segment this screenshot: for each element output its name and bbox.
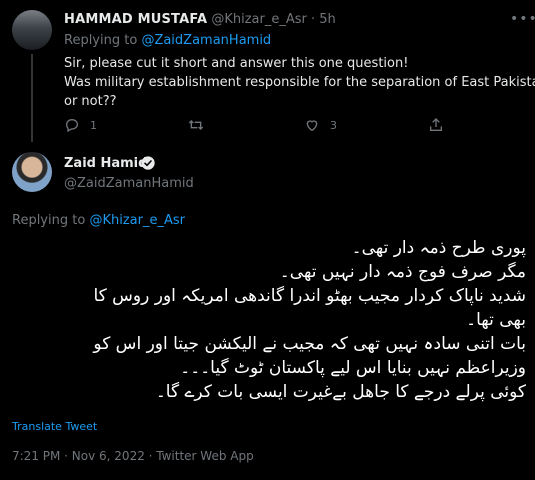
replying-to-label: Replying to <box>12 213 90 228</box>
reply-action-bar: 1 3 <box>64 115 454 135</box>
reply-icon <box>65 118 79 133</box>
reply-button[interactable]: 1 <box>64 115 97 135</box>
tweet-thread: HAMMAD MUSTAFA @Khizar_e_Asr · 5h ••• Re… <box>0 0 535 480</box>
tweet-author-name[interactable]: Zaid Hamid <box>64 156 147 171</box>
tweet-replying-to: Replying to @Khizar_e_Asr <box>12 213 185 228</box>
like-button[interactable]: 3 <box>304 115 337 135</box>
tweet-text-line: پوری طرح ذمہ دار تھی۔ <box>351 238 526 258</box>
share-icon <box>430 118 442 131</box>
thread-line <box>31 54 33 142</box>
reply-text-line: Was military establishment responsible f… <box>64 75 535 90</box>
reply-author-name[interactable]: HAMMAD MUSTAFA <box>64 12 207 27</box>
reply-header: HAMMAD MUSTAFA @Khizar_e_Asr · 5h <box>64 12 336 27</box>
reply-text-line: or not?? <box>64 94 117 109</box>
reply-text-line: Sir, please cut it short and answer this… <box>64 56 409 71</box>
replying-to-link[interactable]: @Khizar_e_Asr <box>89 213 185 228</box>
tweet-text-line: بات اتنی سادہ نہیں تھی کہ مجیب نے الیکشن… <box>93 334 526 354</box>
verified-badge-icon <box>141 156 155 170</box>
tweet-text-line: شدید ناپاک کردار مجیب بھٹو اندرا گاندھی … <box>93 286 526 306</box>
reply-author-handle-time[interactable]: @Khizar_e_Asr · 5h <box>211 12 335 27</box>
tweet-author-handle[interactable]: @ZaidZamanHamid <box>64 176 194 191</box>
avatar[interactable] <box>12 152 52 192</box>
reply-count: 1 <box>90 118 97 132</box>
share-button[interactable] <box>428 115 444 135</box>
like-count: 3 <box>330 118 337 132</box>
replying-to-label: Replying to <box>64 33 142 48</box>
heart-icon <box>306 120 318 132</box>
more-icon[interactable]: ••• <box>510 12 535 26</box>
tweet-timestamp-source[interactable]: 7:21 PM · Nov 6, 2022 · Twitter Web App <box>12 449 254 463</box>
reply-replying-to: Replying to @ZaidZamanHamid <box>64 33 271 48</box>
retweet-icon <box>188 120 204 130</box>
tweet-text: پوری طرح ذمہ دار تھی۔ مگر صرف فوج ذمہ دا… <box>12 236 526 404</box>
tweet-text-line: کوئی پرلے درجے کا جاھل بےغیرت ایسی بات ک… <box>155 382 526 402</box>
translate-tweet-link[interactable]: Translate Tweet <box>12 420 97 433</box>
reply-text: Sir, please cut it short and answer this… <box>64 54 535 111</box>
tweet-text-line: وزیراعظم نہیں بنایا اس لیے پاکستان ٹوٹ گ… <box>180 358 526 378</box>
replying-to-link[interactable]: @ZaidZamanHamid <box>141 33 271 48</box>
tweet-text-line: بھی تھا۔ <box>466 310 526 330</box>
retweet-button[interactable] <box>188 115 214 135</box>
tweet-text-line: مگر صرف فوج ذمہ دار نہیں تھی۔ <box>279 262 526 282</box>
avatar[interactable] <box>12 10 52 50</box>
